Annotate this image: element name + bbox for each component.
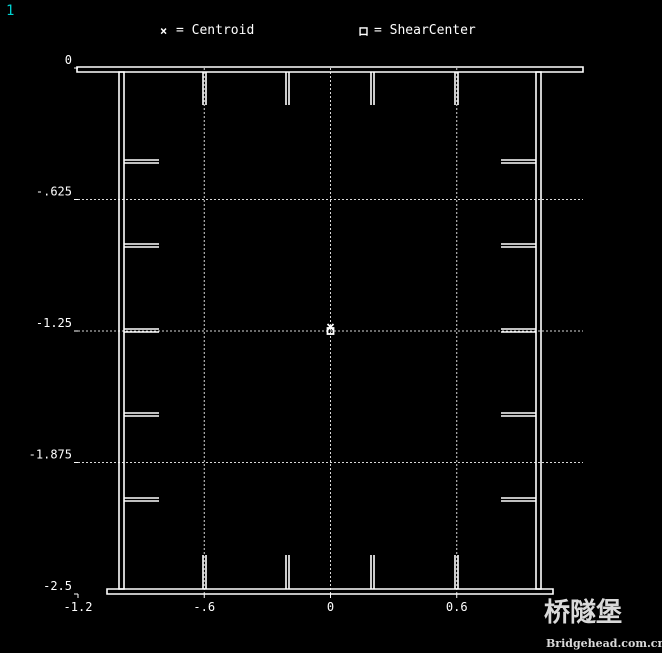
x-tick-label: 0.6	[446, 600, 468, 614]
y-tick-label: -.625	[36, 185, 72, 199]
right-web-stiffener	[501, 243, 536, 248]
left-web-stiffener	[124, 412, 159, 417]
top-stiffener	[285, 72, 290, 105]
shear-center-legend-label: = ShearCenter	[374, 23, 476, 38]
y-tick-label: -2.5	[43, 579, 72, 593]
left-web-stiffener	[124, 159, 159, 164]
left-web-stiffener	[124, 328, 159, 333]
right-web-stiffener	[501, 497, 536, 502]
top-stiffener	[370, 72, 375, 105]
bottom-stiffener	[285, 555, 290, 589]
watermark-logo: 桥隧堡	[544, 597, 622, 628]
left-web-stiffener	[124, 497, 159, 502]
x-tick-label: -.6	[193, 600, 215, 614]
left-web-stiffener	[124, 243, 159, 248]
axis-ticks: -1.2 -.6 0 0.6 0 -.625 -1.25 -1.875 -2.5	[29, 53, 468, 614]
y-tick-label: -1.25	[36, 316, 72, 330]
centroid-legend-label: = Centroid	[176, 23, 254, 38]
shear-center-legend-symbol: ロ	[358, 25, 369, 38]
bottom-flange	[106, 588, 554, 595]
y-tick-label: 0	[65, 53, 72, 67]
right-web-stiffener	[501, 159, 536, 164]
x-tick-label: -1.2	[64, 600, 93, 614]
window-number: 1	[6, 3, 14, 19]
y-tick-label: -1.875	[29, 448, 72, 462]
centroid-legend-symbol: ×	[160, 24, 167, 38]
right-web-stiffener	[501, 412, 536, 417]
x-tick-label: 0	[327, 600, 334, 614]
grid-lines	[78, 68, 583, 594]
left-web-outer	[118, 71, 125, 590]
bottom-stiffener	[370, 555, 375, 589]
watermark-site: Bridgehead.com.cn	[546, 637, 662, 650]
section-plot: 1 × = Centroid ロ = ShearCenter -1.2 -.6 0 0…	[6, 3, 662, 650]
